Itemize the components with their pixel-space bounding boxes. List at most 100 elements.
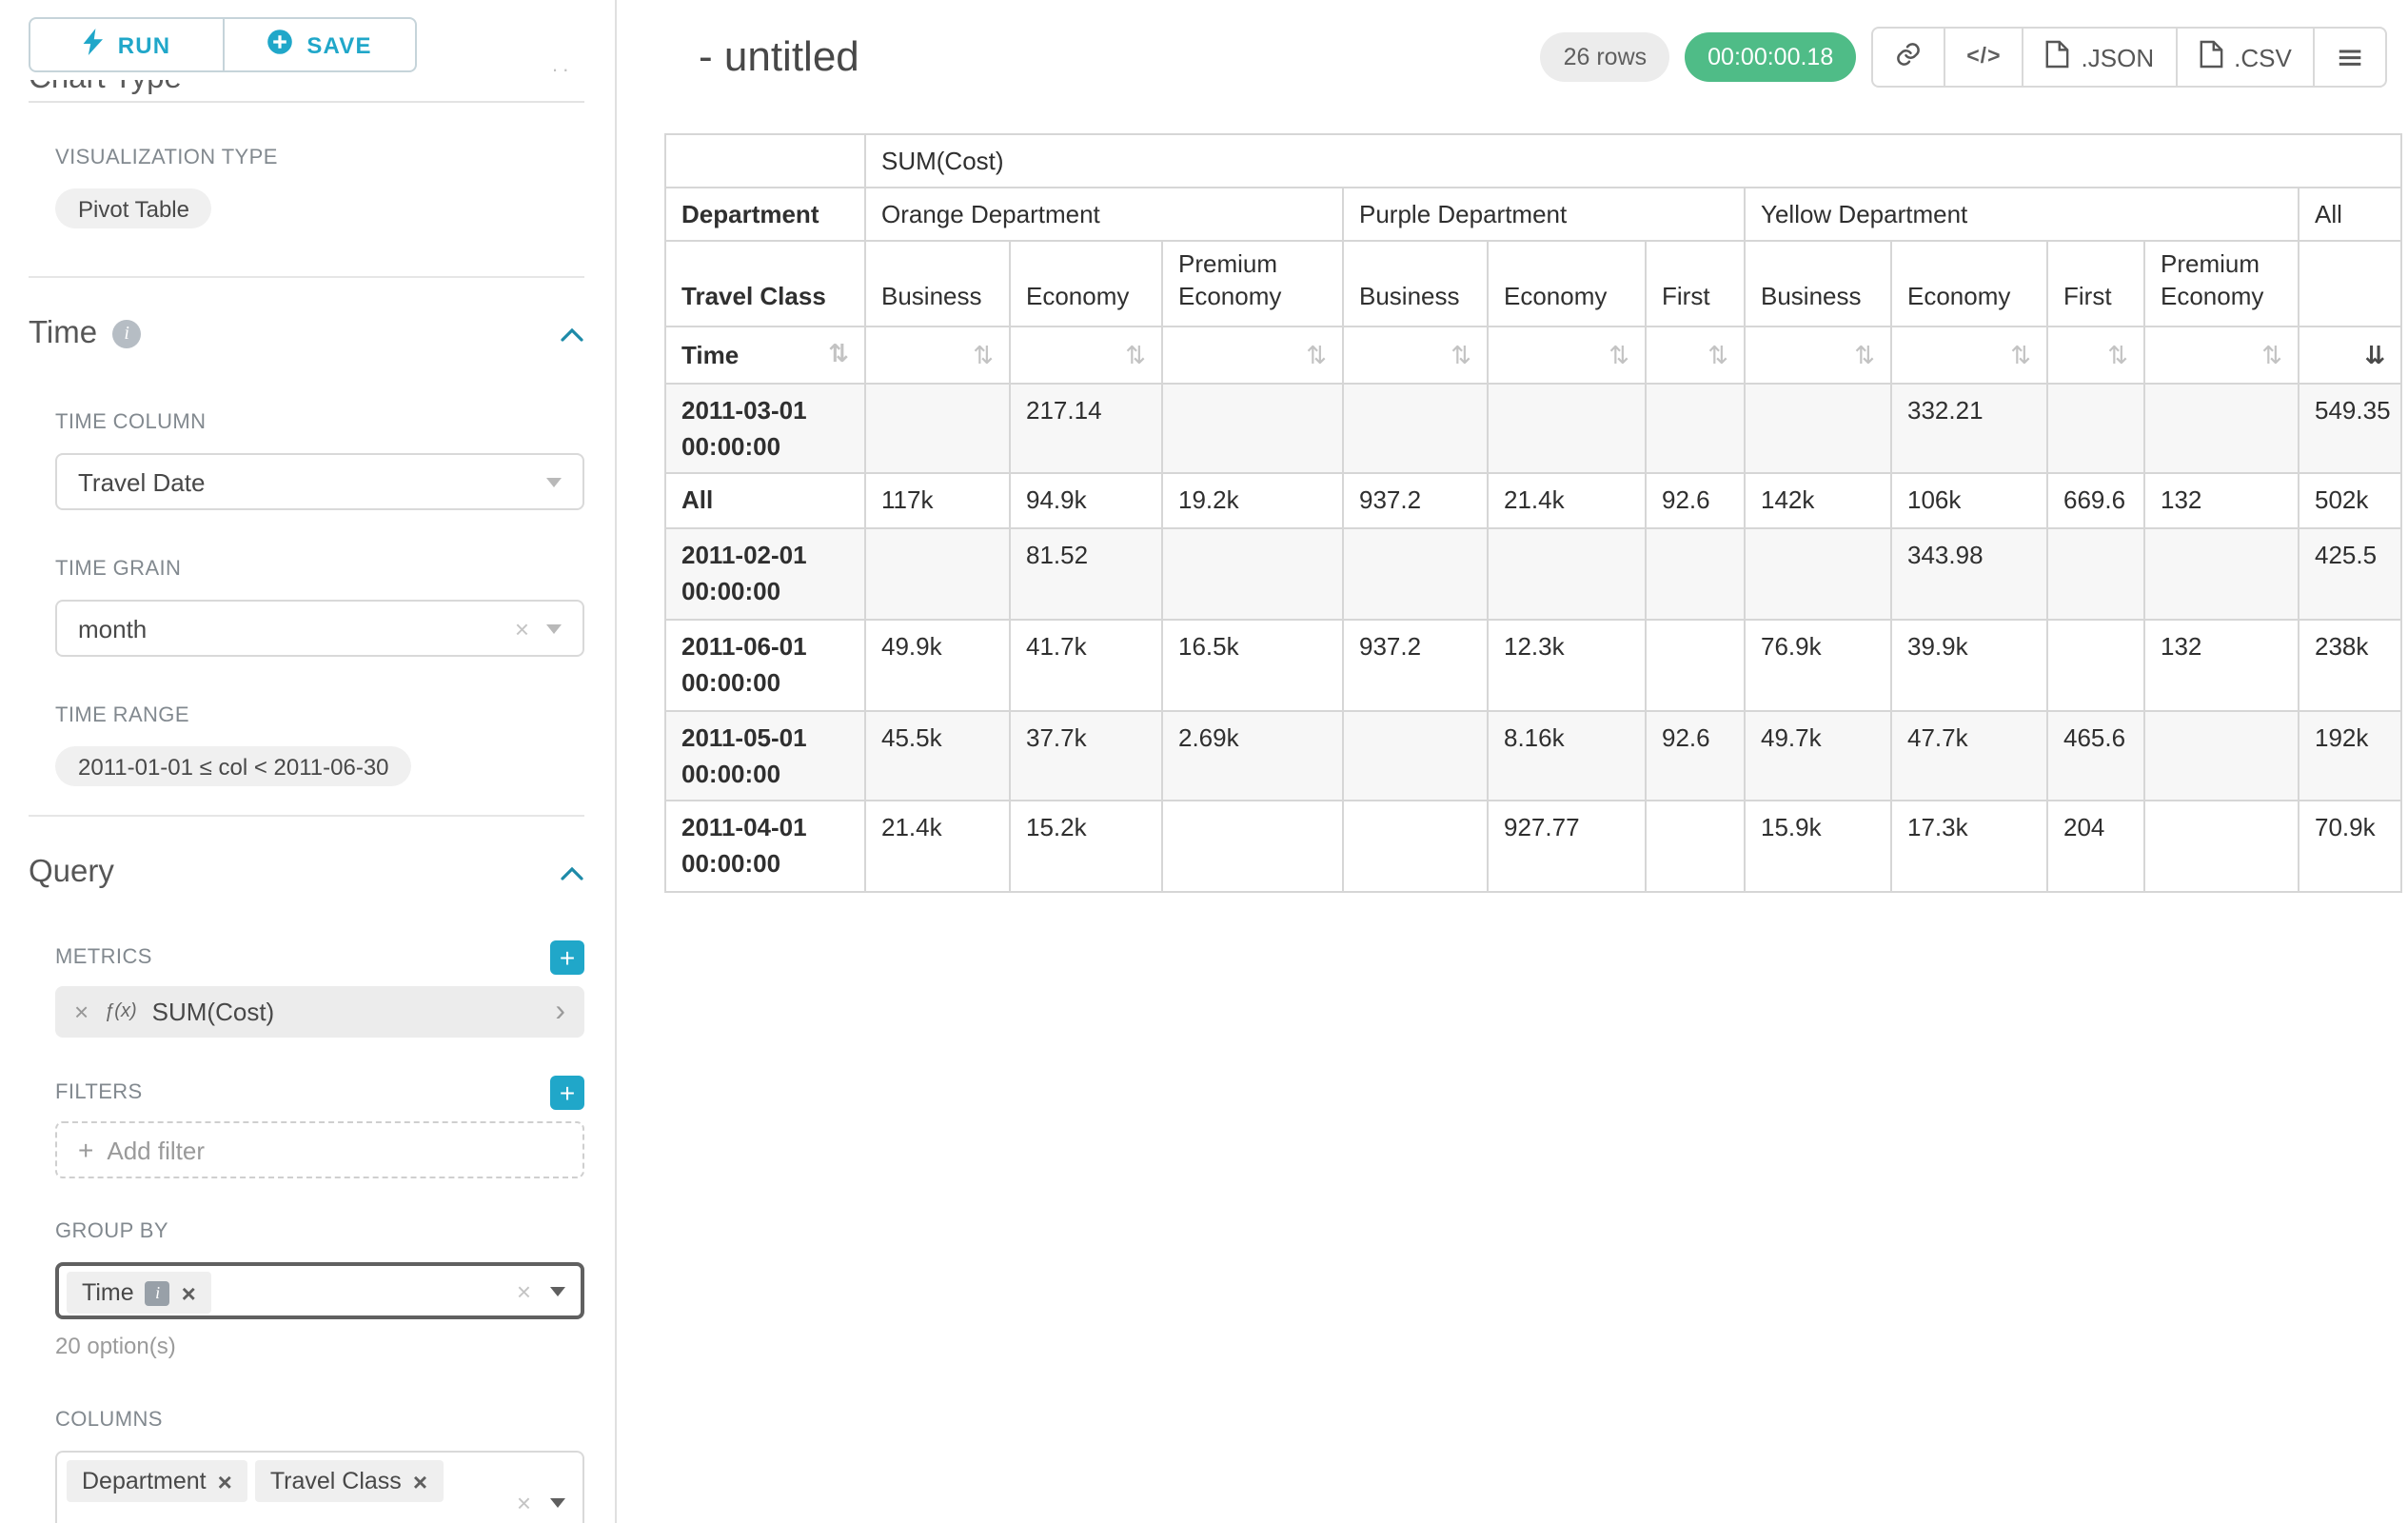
column-header: First <box>2047 241 2144 326</box>
column-header <box>2299 241 2401 326</box>
chart-header-actions: 26 rows 00:00:00.18 </> .JSON . <box>1541 27 2387 88</box>
selected-option-tag: Department× <box>67 1460 247 1502</box>
value-cell: 937.2 <box>1343 474 1488 529</box>
pivot-row: 2011-05-01 00:00:0045.5k37.7k2.69k8.16k9… <box>665 710 2401 801</box>
remove-tag-button[interactable]: × <box>413 1469 427 1493</box>
export-csv-button[interactable]: .CSV <box>2175 27 2315 88</box>
value-cell: 37.7k <box>1010 710 1162 801</box>
pivot-table: SUM(Cost) DepartmentOrange DepartmentPur… <box>664 133 2402 893</box>
value-cell: 927.77 <box>1488 801 1646 892</box>
chevron-down-icon <box>550 1286 565 1296</box>
value-cell: 92.6 <box>1646 474 1745 529</box>
value-cell <box>1646 384 1745 474</box>
more-options-button[interactable]: ≡ <box>2313 27 2387 88</box>
sort-button[interactable]: ⇅ <box>1451 343 1471 371</box>
value-cell: 106k <box>1891 474 2047 529</box>
time-section-header[interactable]: Time i <box>29 314 584 354</box>
value-cell <box>2047 620 2144 710</box>
sort-cell: ⇅ <box>1745 326 1891 384</box>
chevron-up-icon[interactable] <box>560 326 584 342</box>
value-cell: 132 <box>2144 474 2299 529</box>
clear-icon[interactable]: × <box>515 616 529 641</box>
sort-button[interactable]: ⇅ <box>2010 343 2031 371</box>
clear-icon[interactable]: × <box>517 1278 531 1303</box>
value-cell: 45.5k <box>865 710 1010 801</box>
value-cell: 81.52 <box>1010 529 1162 620</box>
add-metric-button[interactable]: + <box>550 940 584 975</box>
value-cell: 669.6 <box>2047 474 2144 529</box>
pivot-row: 2011-06-01 00:00:0049.9k41.7k16.5k937.21… <box>665 620 2401 710</box>
sort-button[interactable]: ⇅ <box>2261 343 2282 371</box>
sort-button[interactable]: ⇅ <box>2107 343 2128 371</box>
sort-button[interactable]: ⇅ <box>1306 343 1327 371</box>
query-section-header[interactable]: Query <box>29 853 584 893</box>
bolt-icon <box>82 29 105 61</box>
info-icon: i <box>146 1280 170 1305</box>
sort-cell: ⇅ <box>1646 326 1745 384</box>
row-header: 2011-03-01 00:00:00 <box>665 384 865 474</box>
metric-item[interactable]: × ƒ(x) SUM(Cost) › <box>55 986 584 1038</box>
add-filter-button[interactable]: + <box>550 1076 584 1110</box>
file-icon <box>2198 40 2222 74</box>
export-json-button[interactable]: .JSON <box>2023 27 2178 88</box>
control-panel-content: VISUALIZATION TYPE Pivot Table Time i TI… <box>0 103 615 1523</box>
remove-metric-icon[interactable]: × <box>74 998 89 1026</box>
columns-select[interactable]: Department×Travel Class× × <box>55 1451 584 1523</box>
chart-header: - untitled 26 rows 00:00:00.18 </> .JSON <box>699 27 2387 88</box>
value-cell <box>1488 529 1646 620</box>
sort-button[interactable]: ⇅ <box>973 343 994 371</box>
remove-tag-button[interactable]: × <box>182 1280 196 1305</box>
clear-icon[interactable]: × <box>517 1490 531 1514</box>
tag-label: Time <box>82 1279 134 1306</box>
value-cell <box>1343 801 1488 892</box>
link-icon <box>1894 40 1923 74</box>
add-filter-dropzone[interactable]: + Add filter <box>55 1121 584 1178</box>
time-section-title: Time <box>29 316 97 352</box>
chevron-up-icon[interactable] <box>560 865 584 880</box>
chevron-right-icon[interactable]: › <box>555 997 565 1027</box>
time-grain-select[interactable]: month × <box>55 600 584 657</box>
value-cell: 238k <box>2299 620 2401 710</box>
view-query-button[interactable]: </> <box>1944 27 2023 88</box>
save-button[interactable]: SAVE <box>222 17 417 72</box>
value-cell <box>1745 529 1891 620</box>
group-by-select[interactable]: Timei × × <box>55 1262 584 1319</box>
sort-cell: ⇅ <box>2144 326 2299 384</box>
column-group-header: Orange Department <box>865 188 1343 241</box>
chevron-down-icon <box>546 477 562 486</box>
sort-button[interactable]: ⇅ <box>1854 343 1875 371</box>
column-header: First <box>1646 241 1745 326</box>
export-button-group: </> .JSON .CSV ≡ <box>1871 27 2387 88</box>
value-cell: 94.9k <box>1010 474 1162 529</box>
code-icon: </> <box>1966 46 2001 69</box>
metric-name: SUM(Cost) <box>152 998 275 1026</box>
copy-link-button[interactable] <box>1871 27 1945 88</box>
visualization-type-value[interactable]: Pivot Table <box>55 188 212 228</box>
time-range-label: TIME RANGE <box>55 704 189 727</box>
value-cell: 39.9k <box>1891 620 2047 710</box>
sort-button[interactable]: ⇅ <box>1609 343 1629 371</box>
time-column-select[interactable]: Travel Date <box>55 453 584 510</box>
value-cell <box>2144 710 2299 801</box>
value-cell <box>1343 384 1488 474</box>
value-cell: 17.3k <box>1891 801 2047 892</box>
time-range-value[interactable]: 2011-01-01 ≤ col < 2011-06-30 <box>55 746 412 786</box>
pivot-row: 2011-02-01 00:00:0081.52343.98425.5 <box>665 529 2401 620</box>
time-column-label: TIME COLUMN <box>55 411 206 434</box>
run-button[interactable]: RUN <box>29 17 224 72</box>
value-cell <box>2047 529 2144 620</box>
sort-button[interactable]: ⇅ <box>828 343 849 367</box>
sort-desc-button[interactable]: ⇊ <box>2365 343 2386 371</box>
value-cell: 142k <box>1745 474 1891 529</box>
remove-tag-button[interactable]: × <box>218 1469 232 1493</box>
value-cell: 217.14 <box>1010 384 1162 474</box>
column-group-header: Yellow Department <box>1745 188 2299 241</box>
sort-button[interactable]: ⇅ <box>1707 343 1728 371</box>
file-icon <box>2045 40 2070 74</box>
sort-button[interactable]: ⇅ <box>1125 343 1146 371</box>
time-column-value: Travel Date <box>78 467 205 496</box>
value-cell <box>1343 529 1488 620</box>
column-header: Premium Economy <box>2144 241 2299 326</box>
export-json-label: .JSON <box>2082 43 2155 71</box>
sort-cell: ⇅ <box>2047 326 2144 384</box>
